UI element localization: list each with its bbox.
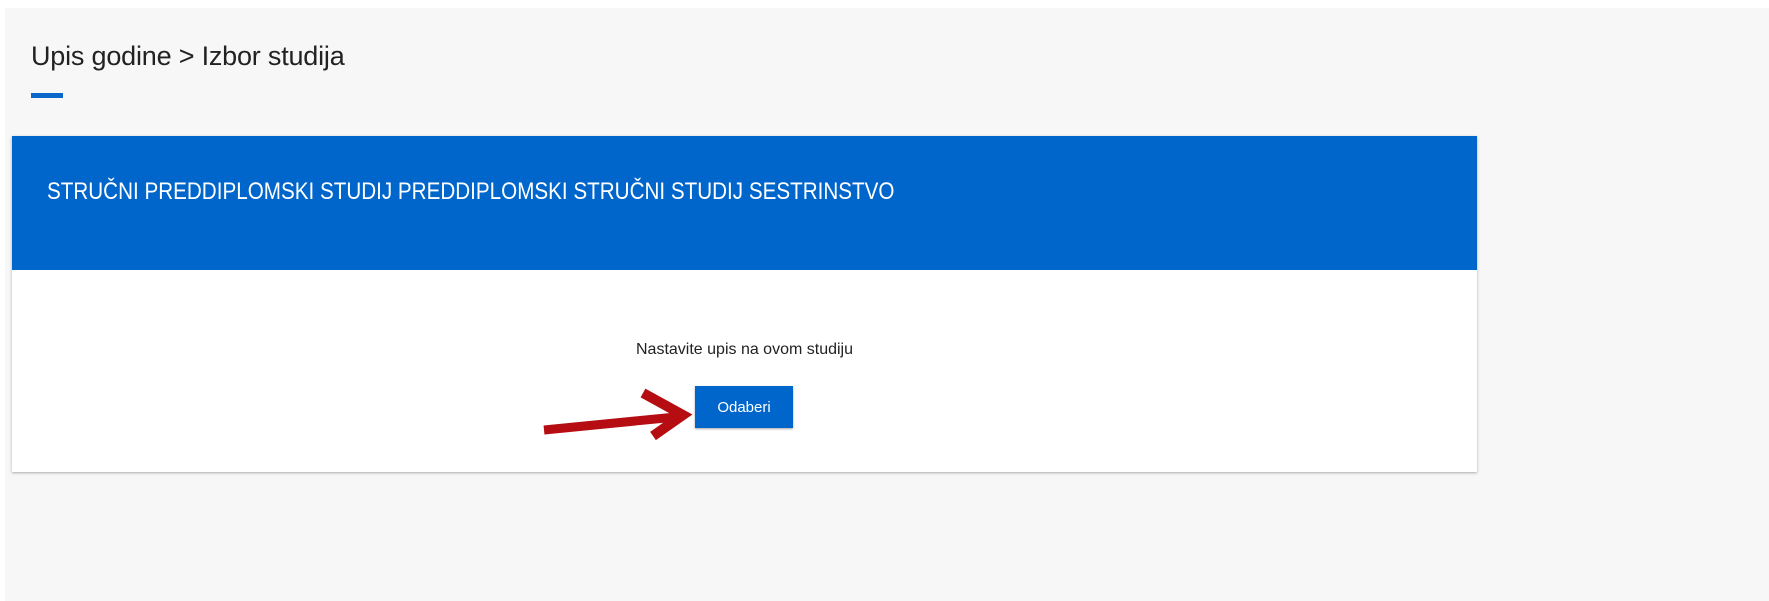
continue-text: Nastavite upis na ovom studiju bbox=[636, 341, 853, 358]
study-title: STRUČNI PREDDIPLOMSKI STUDIJ PREDDIPLOMS… bbox=[47, 178, 895, 205]
title-underline bbox=[31, 93, 63, 98]
study-card-body bbox=[12, 270, 1477, 472]
page-title: Upis godine > Izbor studija bbox=[31, 41, 345, 71]
study-card-header: STRUČNI PREDDIPLOMSKI STUDIJ PREDDIPLOMS… bbox=[12, 136, 1477, 270]
arrow-right-icon-shape bbox=[543, 388, 693, 441]
arrow-right-icon bbox=[543, 388, 693, 441]
study-card: STRUČNI PREDDIPLOMSKI STUDIJ PREDDIPLOMS… bbox=[12, 136, 1477, 472]
select-button[interactable]: Odaberi bbox=[695, 386, 793, 428]
